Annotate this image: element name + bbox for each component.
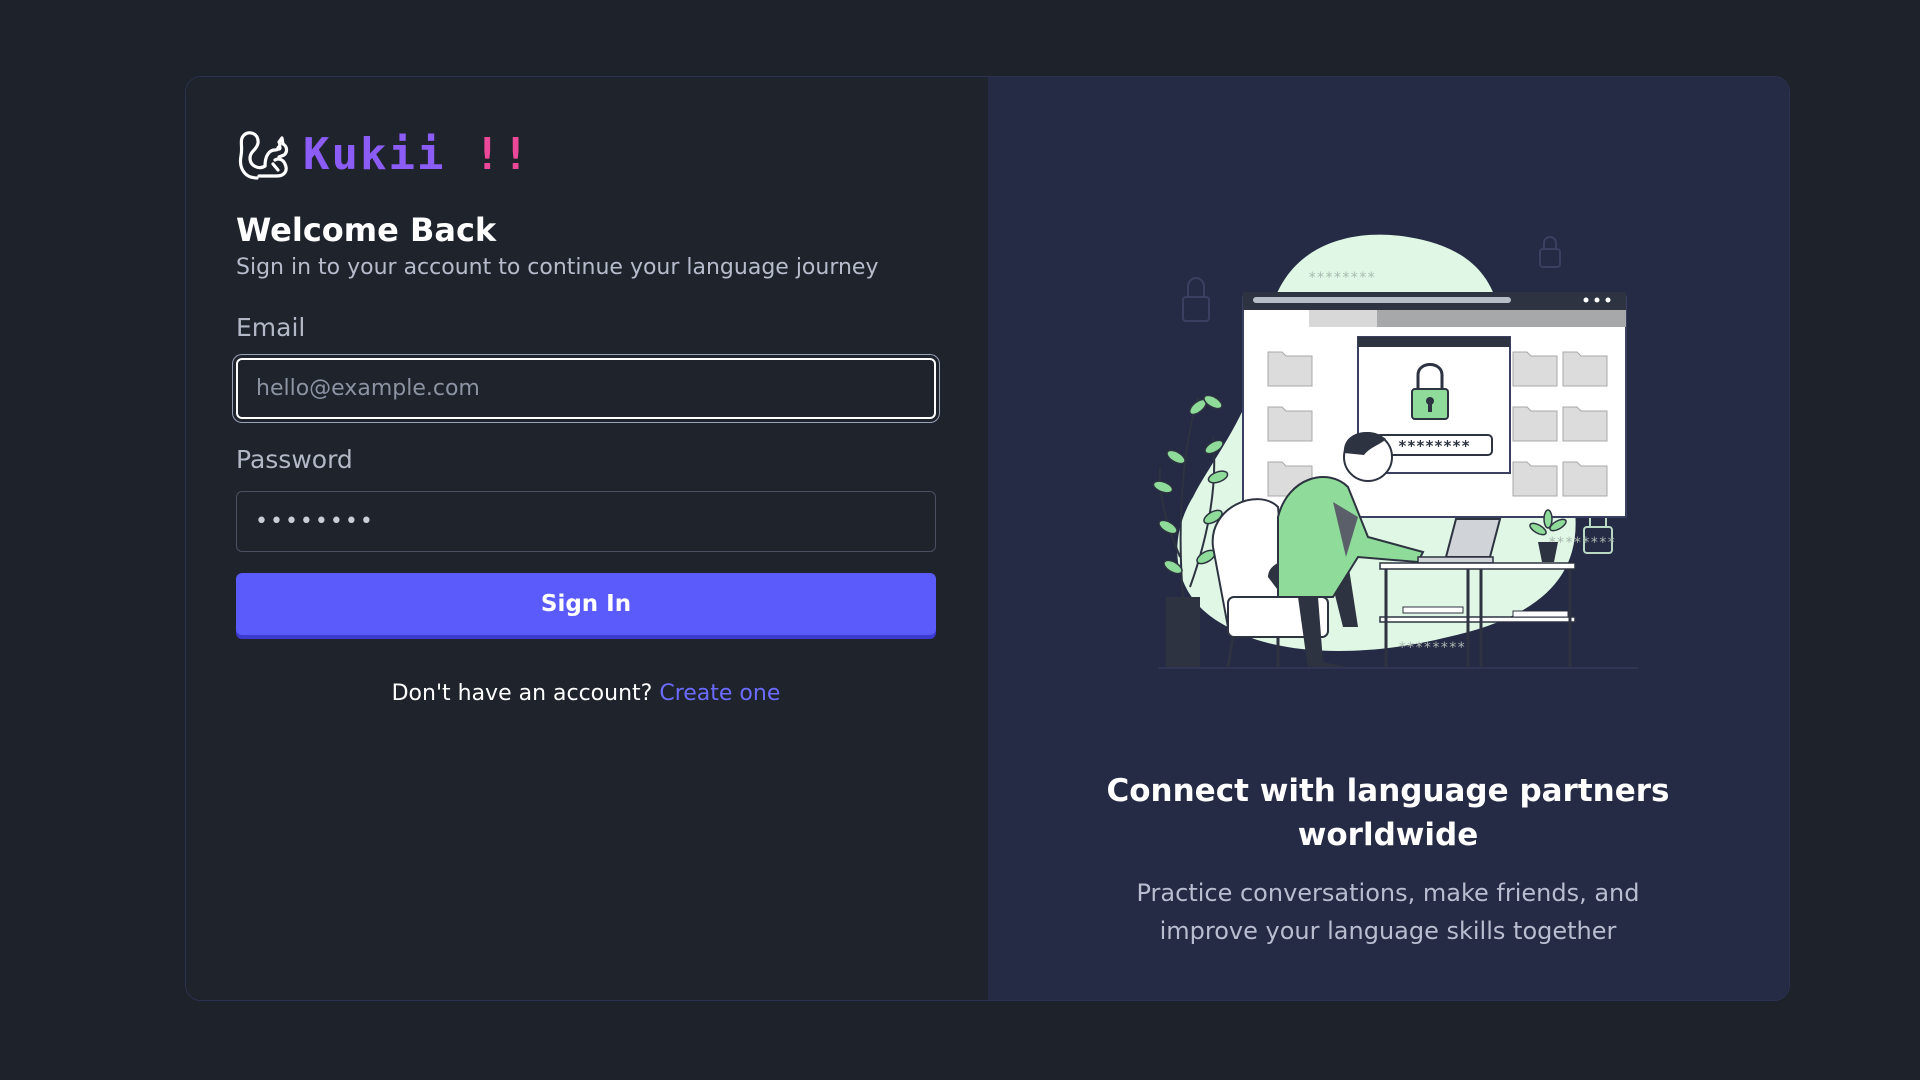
password-label: Password (236, 445, 353, 474)
create-account-link[interactable]: Create one (659, 681, 780, 706)
promo-panel: ******** ******** ******** ******** Conn… (988, 77, 1789, 1000)
password-mask-1: ******** (1308, 270, 1375, 286)
login-card: Kukii !! Welcome Back Sign in to your ac… (185, 76, 1790, 1001)
password-mask-2: ******** (1548, 535, 1615, 551)
password-field[interactable] (236, 491, 936, 552)
promo-text: Practice conversations, make friends, an… (1136, 879, 1640, 945)
brand-name: Kukii !! (303, 129, 531, 180)
floor-line (1158, 667, 1638, 669)
sign-in-button[interactable]: Sign In (236, 573, 936, 635)
lock-icon (1539, 236, 1561, 268)
page-title: Welcome Back (236, 211, 497, 249)
signup-prompt-text: Don't have an account? (391, 681, 660, 706)
brand-logo[interactable]: Kukii !! (235, 126, 531, 182)
signup-prompt: Don't have an account? Create one (236, 681, 936, 706)
promo-title: Connect with language partners worldwide (1106, 773, 1670, 853)
lock-icon (1182, 277, 1210, 322)
squirrel-icon (238, 131, 289, 180)
password-mask-3: ******** (1398, 640, 1465, 656)
email-field[interactable] (236, 358, 936, 419)
dialog-password-mask: ******** (1398, 437, 1470, 455)
security-illustration: ******** ******** ******** ******** (1152, 234, 1638, 669)
brand-name-text: Kukii (303, 128, 446, 180)
login-panel: Kukii !! Welcome Back Sign in to your ac… (186, 77, 988, 1000)
brand-exclamation: !! (445, 128, 531, 180)
email-label: Email (236, 313, 306, 342)
page-subtitle: Sign in to your account to continue your… (236, 255, 879, 280)
